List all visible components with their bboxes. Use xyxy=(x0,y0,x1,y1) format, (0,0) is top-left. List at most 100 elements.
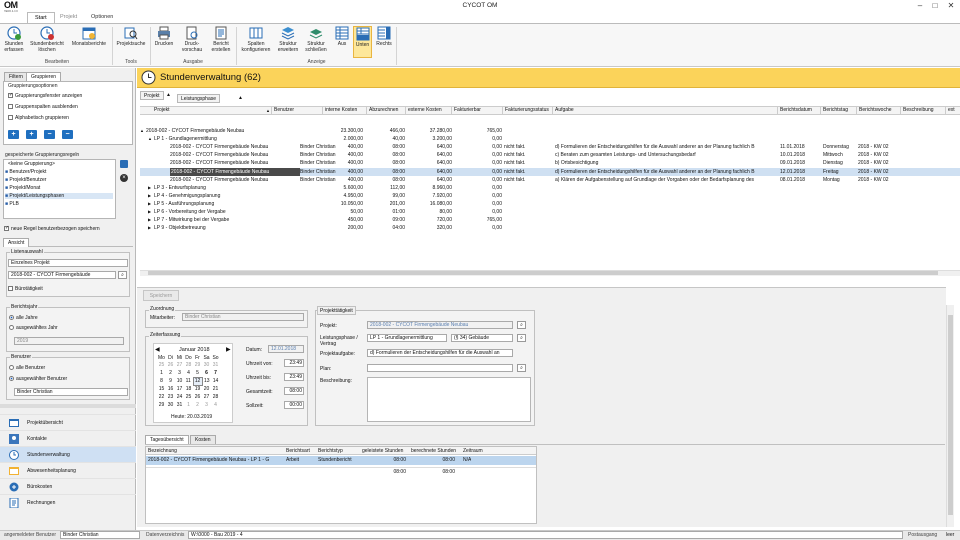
ansicht-rechts-button[interactable]: Rechts xyxy=(374,26,394,58)
calendar-day[interactable]: 25 xyxy=(157,361,166,369)
ribbon-tab-projekt[interactable]: Projekt xyxy=(53,12,84,23)
user-all-radio[interactable]: alle Benutzer xyxy=(9,365,45,371)
calendar-day[interactable]: 30 xyxy=(202,361,211,369)
option-hide-group-columns[interactable]: Gruppenspalten ausblenden xyxy=(8,104,78,110)
table-row[interactable]: 2018-002 - CYCOT Firmengebäude Neubau Bin… xyxy=(140,176,960,184)
expand-toggle-icon[interactable]: ▶ xyxy=(148,200,151,208)
calendar-prev-icon[interactable]: ◀ xyxy=(155,346,160,353)
expand-toggle-icon[interactable]: ▶ xyxy=(148,192,151,200)
table-row[interactable]: ▶ LP 7 - Mitwirkung bei der Vergabe 450,00… xyxy=(140,216,960,224)
employee-field[interactable]: Binder Christian xyxy=(182,313,304,321)
table-row[interactable]: 2018-002 - CYCOT Firmengebäude Neubau Bin… xyxy=(140,159,960,167)
column-header[interactable]: geleistete Stunden xyxy=(362,448,403,454)
calendar-day[interactable]: 29 xyxy=(157,401,166,409)
calendar-day[interactable]: 23 xyxy=(166,393,175,401)
table-row[interactable]: ▲ 2018-002 - CYCOT Firmengebäude Neubau 23… xyxy=(140,127,960,135)
calendar-day[interactable]: 24 xyxy=(175,393,184,401)
user-selected-radio[interactable]: ausgewählter Benutzer xyxy=(9,376,67,382)
column-header[interactable]: Berichtstyp xyxy=(318,448,343,454)
table-row[interactable]: 2018-002 - CYCOT Firmengebäude Neubau - … xyxy=(146,456,536,465)
calendar-day[interactable]: 17 xyxy=(175,385,184,393)
calendar-day[interactable]: 1 xyxy=(157,369,166,377)
calendar-day[interactable]: 4 xyxy=(184,369,193,377)
nav-projektuebersicht[interactable]: Projektübersicht xyxy=(0,414,136,430)
maximize-button[interactable]: □ xyxy=(928,0,942,12)
calendar-day[interactable]: 25 xyxy=(184,393,193,401)
nav-kontakte[interactable]: Kontakte xyxy=(0,430,136,446)
calendar-day[interactable]: 30 xyxy=(166,401,175,409)
project-search-button[interactable]: ⌕ xyxy=(517,321,526,329)
column-header[interactable]: Berichtswoche xyxy=(859,107,892,113)
calendar-day[interactable]: 4 xyxy=(211,401,220,409)
calendar-day[interactable]: 3 xyxy=(175,369,184,377)
calendar-day[interactable]: 12 xyxy=(192,376,203,386)
splitter[interactable] xyxy=(0,404,136,408)
date-field[interactable]: 12.01.2018 xyxy=(268,345,304,353)
calendar-day[interactable]: 8 xyxy=(157,377,166,385)
calendar-day[interactable]: 22 xyxy=(157,393,166,401)
calendar-day[interactable]: 27 xyxy=(202,393,211,401)
column-header[interactable]: Projekt xyxy=(154,107,170,113)
table-row[interactable]: ▶ LP 4 - Genehmigungsplanung 4.950,00 99,00… xyxy=(140,192,960,200)
calendar-day[interactable]: 15 xyxy=(157,385,166,393)
nav-rechnungen[interactable]: Rechnungen xyxy=(0,494,136,510)
column-header[interactable]: berechnete Stunden xyxy=(411,448,461,454)
calendar-day[interactable]: 28 xyxy=(184,361,193,369)
column-header[interactable]: Abzurechnen xyxy=(369,107,398,113)
contract-select[interactable]: (§ 34) Gebäude xyxy=(451,334,513,342)
tab-tagesuebersicht[interactable]: Tagesübersicht xyxy=(145,435,189,444)
calendar-day[interactable]: 2 xyxy=(193,401,202,409)
ansicht-unten-button[interactable]: Unten xyxy=(353,26,372,58)
column-header[interactable]: ext xyxy=(948,107,955,113)
calendar-day[interactable]: 19 xyxy=(193,385,202,393)
expand-toggle-icon[interactable]: ▲ xyxy=(140,127,144,135)
calendar-day[interactable]: 1 xyxy=(184,401,193,409)
expand-toggle-icon[interactable]: ▶ xyxy=(148,224,151,232)
option-show-group-panel[interactable]: Gruppierungsfenster anzeigen xyxy=(8,92,82,99)
project-search-button[interactable]: ⌕ xyxy=(118,271,127,279)
calendar-day[interactable]: 2 xyxy=(166,369,175,377)
calendar-day[interactable]: 27 xyxy=(175,361,184,369)
group-chip-projekt[interactable]: Projekt xyxy=(140,91,164,100)
from-time-field[interactable]: 23:49 xyxy=(284,359,304,367)
user-select[interactable]: Binder Christian xyxy=(14,388,128,396)
tab-filtern[interactable]: Filtern xyxy=(4,72,28,81)
calendar-day[interactable]: 13 xyxy=(202,377,211,385)
checkbox[interactable] xyxy=(8,115,13,121)
to-time-field[interactable]: 23:49 xyxy=(284,373,304,381)
checkbox[interactable] xyxy=(8,92,13,99)
table-row[interactable]: 2018-002 - CYCOT Firmengebäude Neubau Bin… xyxy=(140,143,960,151)
nav-stundenverwaltung[interactable]: Stundenverwaltung xyxy=(0,446,136,462)
tab-kosten[interactable]: Kosten xyxy=(190,435,216,444)
nav-buerokosten[interactable]: Bürokosten xyxy=(0,478,136,494)
list-select-dropdown[interactable]: Einzelnes Projekt xyxy=(8,259,128,267)
table-row[interactable]: ▲ LP 1 - Grundlagenermittlung 2.000,00 40,0… xyxy=(140,135,960,143)
calendar-day[interactable]: 31 xyxy=(175,401,184,409)
calendar-day[interactable]: 6 xyxy=(202,369,211,377)
project-field[interactable]: 2018-002 - CYCOT Firmengebäude Neubau xyxy=(367,321,513,329)
project-select[interactable]: 2018-002 - CYCOT Firmengebäude xyxy=(8,271,116,279)
calendar-day[interactable]: 7 xyxy=(211,369,220,377)
calendar-day[interactable]: 14 xyxy=(211,377,220,385)
target-time-field[interactable]: 00:00 xyxy=(284,401,304,409)
description-field[interactable] xyxy=(367,377,531,422)
save-button[interactable]: Speichern xyxy=(143,290,179,301)
projektsuche-button[interactable]: Projektsuche xyxy=(114,26,148,58)
monatsberichte-button[interactable]: Monatsberichte xyxy=(68,26,110,58)
group-chip-leistungsphase[interactable]: Leistungsphase xyxy=(177,94,221,103)
year-select[interactable]: 2019 xyxy=(14,337,124,345)
calendar-today[interactable]: Heute: 20.03.2019 xyxy=(171,414,212,420)
table-row[interactable]: 2018-002 - CYCOT Firmengebäude Neubau Bin… xyxy=(140,151,960,159)
column-header[interactable]: Beschreibung xyxy=(903,107,934,113)
option-alphabetical[interactable]: Alphabetisch gruppieren xyxy=(8,115,69,121)
calendar-next-icon[interactable]: ▶ xyxy=(226,346,231,353)
expand-toggle-icon[interactable]: ▶ xyxy=(148,208,151,216)
task-select[interactable]: d) Formulieren der Entscheidungshilfen f… xyxy=(367,349,513,357)
column-header[interactable]: Berichtsdatum xyxy=(780,107,812,113)
expand-toggle-icon[interactable]: ▶ xyxy=(148,184,151,192)
column-header[interactable]: Aufgabe xyxy=(555,107,574,113)
column-header[interactable]: Fakturierbar xyxy=(454,107,481,113)
column-header[interactable]: Berichtstag xyxy=(823,107,848,113)
calendar-day[interactable]: 5 xyxy=(193,369,202,377)
column-header[interactable]: Zeitraum xyxy=(463,448,483,454)
